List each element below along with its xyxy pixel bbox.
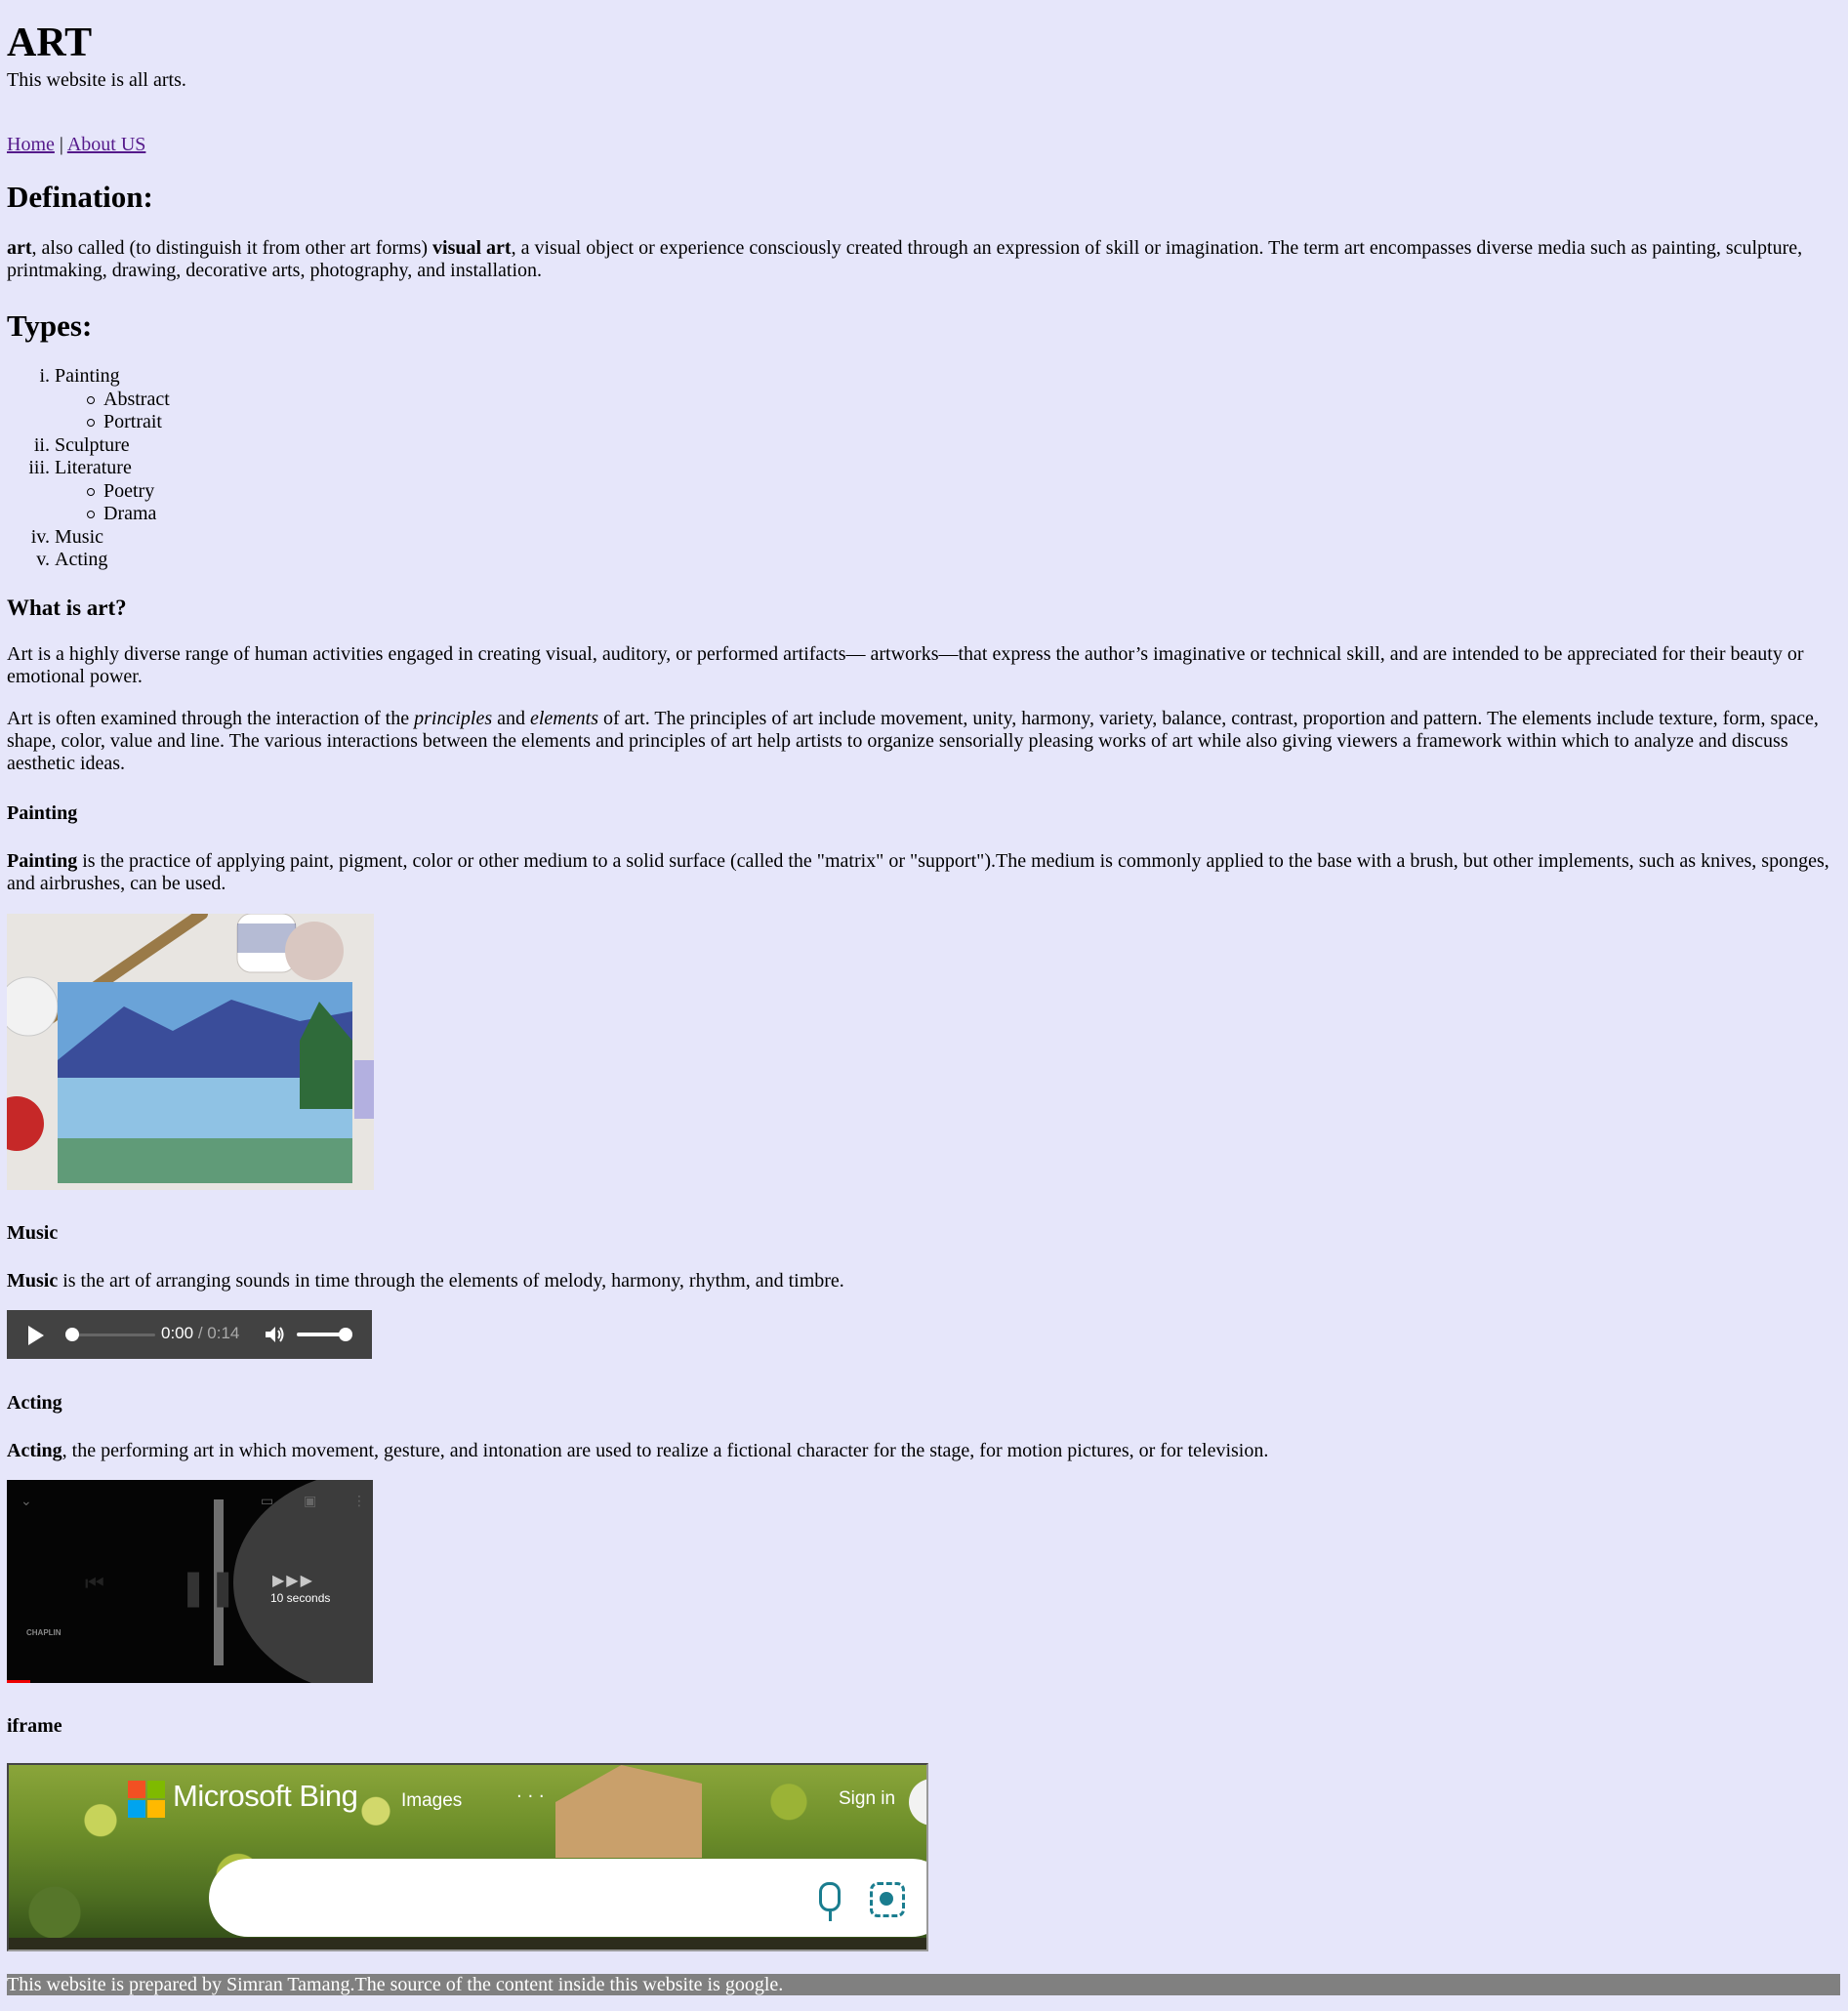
pause-icon[interactable]: ❚❚: [179, 1568, 237, 1608]
page-title: ART: [7, 21, 93, 65]
types-item-number: ii.: [33, 433, 50, 456]
types-item-label: Literature: [55, 457, 132, 478]
audio-duration: 0:14: [207, 1324, 240, 1342]
painting-text: is the practice of applying paint, pigme…: [7, 850, 1829, 894]
nav-link-about[interactable]: About US: [67, 134, 146, 155]
types-item-sculpture: ii. Sculpture: [7, 434, 170, 458]
definition-term-art: art: [7, 237, 32, 259]
play-icon[interactable]: [28, 1326, 44, 1345]
more-options-icon[interactable]: ⋮: [352, 1494, 366, 1509]
visual-search-icon-lens: [880, 1892, 893, 1906]
painting-paragraph: Painting is the practice of applying pai…: [7, 850, 1832, 895]
definition-text-1: , also called (to distinguish it from ot…: [31, 237, 433, 259]
video-caption: CHAPLIN: [26, 1628, 62, 1637]
previous-icon[interactable]: ⏮: [85, 1572, 104, 1596]
painting-sublist: Abstract Portrait: [55, 389, 170, 434]
types-item-number: i.: [39, 365, 50, 387]
types-item-painting: i. Painting Abstract Portrait: [7, 365, 170, 434]
audio-time: 0:00 / 0:14: [161, 1324, 239, 1343]
painting-artwork: [7, 914, 374, 1190]
captions-icon[interactable]: ▣: [304, 1494, 316, 1509]
microsoft-logo-icon: [128, 1781, 165, 1818]
what-is-art-heading: What is art?: [7, 595, 127, 620]
video-player[interactable]: ⌄ ▭ ▣ ⋮ ⏮ ❚❚ ▶▶▶ 10 seconds CHAPLIN: [7, 1480, 373, 1683]
music-text: is the art of arranging sounds in time t…: [58, 1270, 844, 1292]
types-item-music: iv. Music: [7, 526, 170, 550]
types-item-number: iv.: [30, 525, 50, 548]
skip-label: 10 seconds: [270, 1591, 331, 1605]
video-progress-bar[interactable]: [7, 1680, 30, 1683]
acting-term: Acting: [7, 1440, 62, 1461]
types-item-label: Music: [55, 525, 103, 548]
tagline: This website is all arts.: [7, 69, 186, 91]
painting-heading: Painting: [7, 802, 78, 824]
para2-text-a: Art is often examined through the intera…: [7, 708, 415, 729]
sub-item-abstract: Abstract: [55, 389, 170, 412]
types-heading: Types:: [7, 308, 93, 343]
audio-seek-knob[interactable]: [65, 1328, 79, 1341]
iframe-heading: iframe: [7, 1715, 62, 1737]
sub-item-poetry: Poetry: [55, 480, 170, 504]
types-item-acting: v. Acting: [7, 549, 170, 572]
types-list: i. Painting Abstract Portrait ii. Sculpt…: [7, 365, 170, 572]
nav-link-home[interactable]: Home: [7, 134, 55, 155]
painting-image: [7, 914, 374, 1190]
microphone-icon-stem: [829, 1911, 832, 1921]
para2-em-principles: principles: [414, 708, 493, 729]
volume-icon[interactable]: [264, 1325, 287, 1344]
what-is-art-paragraph-1: Art is a highly diverse range of human a…: [7, 643, 1804, 687]
sub-item-drama: Drama: [55, 503, 170, 526]
audio-seek-track[interactable]: [69, 1334, 155, 1336]
definition-heading: Defination:: [7, 180, 153, 214]
volume-slider-knob[interactable]: [339, 1328, 352, 1341]
types-item-label: Painting: [55, 365, 120, 387]
literature-sublist: Poetry Drama: [55, 480, 170, 526]
definition-term-visual-art: visual art: [432, 237, 512, 259]
definition-paragraph: art, also called (to distinguish it from…: [7, 237, 1832, 282]
music-term: Music: [7, 1270, 59, 1292]
audio-current-time: 0:00: [161, 1324, 194, 1342]
music-paragraph: Music is the art of arranging sounds in …: [7, 1270, 1832, 1293]
bing-signin-link[interactable]: Sign in: [839, 1788, 895, 1810]
what-is-art-paragraph-2: Art is often examined through the intera…: [7, 708, 1832, 775]
microphone-icon[interactable]: [819, 1882, 841, 1911]
music-heading: Music: [7, 1222, 59, 1244]
types-item-number: v.: [36, 549, 50, 570]
para2-em-elements: elements: [530, 708, 598, 729]
audio-player[interactable]: 0:00 / 0:14: [7, 1310, 372, 1359]
bing-brand[interactable]: Microsoft Bing: [173, 1779, 358, 1814]
para2-text-b: and: [492, 708, 530, 729]
types-item-label: Sculpture: [55, 433, 130, 456]
cast-icon[interactable]: ▭: [261, 1494, 273, 1509]
types-item-label: Acting: [55, 549, 108, 570]
fast-forward-icon[interactable]: ▶▶▶: [272, 1571, 314, 1589]
embedded-iframe[interactable]: Microsoft Bing Images · · · Sign in: [7, 1763, 928, 1951]
types-item-literature: iii. Literature Poetry Drama: [7, 457, 170, 526]
footer: This website is prepared by Simran Taman…: [7, 1974, 1840, 1995]
bing-more-icon[interactable]: · · ·: [516, 1786, 545, 1807]
acting-paragraph: Acting, the performing art in which move…: [7, 1440, 1832, 1462]
painting-term: Painting: [7, 850, 78, 872]
acting-text: , the performing art in which movement, …: [62, 1440, 1269, 1461]
chevron-down-icon[interactable]: ⌄: [21, 1494, 32, 1509]
acting-heading: Acting: [7, 1392, 62, 1414]
iframe-bottom-strip: [9, 1938, 926, 1949]
audio-time-separator: /: [193, 1324, 208, 1342]
bing-images-link[interactable]: Images: [401, 1790, 462, 1812]
nav-separator: |: [59, 134, 63, 155]
sub-item-portrait: Portrait: [55, 411, 170, 434]
types-item-number: iii.: [28, 457, 50, 478]
nav-bar: Home | About US: [7, 134, 145, 156]
